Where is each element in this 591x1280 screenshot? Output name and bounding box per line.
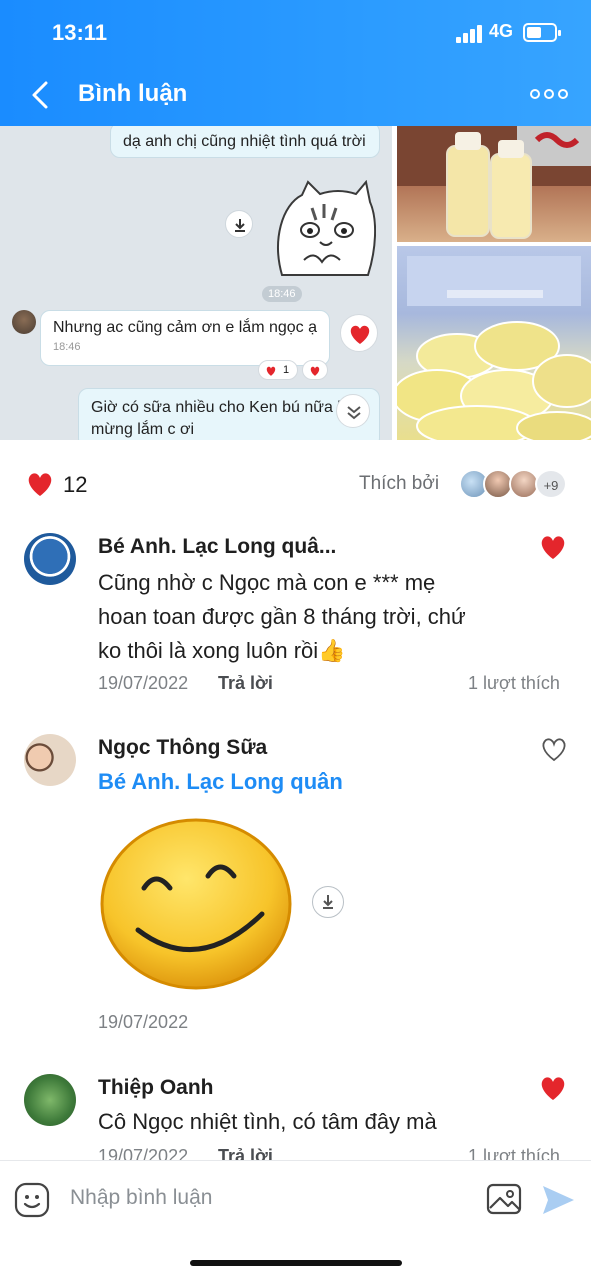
signal-icon <box>456 25 484 43</box>
comment-line: ko thôi là xong luôn rồi👍 <box>98 638 346 663</box>
chat-avatar <box>12 310 36 334</box>
milk-bags-icon <box>397 256 591 440</box>
comment-line: hoan toan được gần 8 tháng trời, chứ <box>98 604 466 629</box>
chat-text: Nhưng ac cũng cảm ơn e lắm ngọc ạ <box>53 319 318 336</box>
liked-by-label[interactable]: Thích bởi <box>359 473 439 495</box>
avatar[interactable] <box>24 1074 76 1126</box>
comment-input[interactable]: Nhập bình luận <box>70 1186 212 1210</box>
page-title: Bình luận <box>78 80 188 107</box>
comment-text: Cô Ngọc nhiệt tình, có tâm đây mà <box>98 1109 437 1134</box>
reaction-pill: 1 <box>258 360 298 380</box>
home-indicator <box>190 1260 402 1266</box>
chat-text: Giờ có sữa nhiều cho Ken bú nữa là <box>91 399 350 416</box>
heart-icon[interactable] <box>538 1074 568 1102</box>
comment-line: Cũng nhờ c Ngọc mà con e *** mẹ <box>98 570 436 595</box>
back-arrow-icon[interactable] <box>30 80 50 110</box>
frozen-milk-bags-image[interactable] <box>397 246 591 440</box>
chat-bubble: Giờ có sữa nhiều cho Ken bú nữa là mừng … <box>78 388 380 440</box>
milk-bottles-icon <box>397 126 591 239</box>
battery-icon <box>523 23 561 42</box>
chat-bubble: Nhưng ac cũng cảm ơn e lắm ngọc ạ 18:46 <box>40 310 330 366</box>
comment-author[interactable]: Bé Anh. Lạc Long quâ... <box>98 535 336 559</box>
mention-link[interactable]: Bé Anh. Lạc Long quân <box>98 769 343 795</box>
emoji-icon[interactable] <box>14 1182 50 1218</box>
heart-icon[interactable] <box>25 470 55 498</box>
comment-author[interactable]: Ngọc Thông Sữa <box>98 736 267 760</box>
heart-icon <box>340 314 378 352</box>
reply-button[interactable]: Trả lời <box>218 673 273 694</box>
more-likers-badge[interactable]: +9 <box>535 469 567 499</box>
download-icon[interactable] <box>312 886 344 918</box>
chat-text: mừng lắm c ơi <box>91 421 194 438</box>
milk-bottles-image[interactable] <box>397 126 591 242</box>
download-icon <box>225 210 253 238</box>
cat-sticker-icon <box>277 180 376 276</box>
comment-like-count[interactable]: 1 lượt thích <box>468 1146 560 1160</box>
status-time: 13:11 <box>52 20 108 45</box>
avatar[interactable] <box>24 734 76 786</box>
network-label: 4G <box>489 21 514 41</box>
smiley-sticker-icon[interactable] <box>100 818 292 990</box>
status-bar: 13:11 4G <box>0 18 591 48</box>
heart-icon[interactable] <box>538 533 568 561</box>
comment-date: 19/07/2022 <box>98 1146 189 1160</box>
header-bar: 13:11 4G Bình luận <box>0 0 591 126</box>
post-images: dạ anh chị cũng nhiệt tình quá trời 18:4… <box>0 126 591 440</box>
comment-text: Cũng nhờ c Ngọc mà con e *** mẹ hoan toa… <box>98 566 538 668</box>
comment-author[interactable]: Thiệp Oanh <box>98 1076 214 1100</box>
chat-bubble: dạ anh chị cũng nhiệt tình quá trời <box>110 126 380 158</box>
image-icon[interactable] <box>486 1182 522 1216</box>
reaction-pill <box>302 360 328 380</box>
reaction-count: 1 <box>283 364 290 376</box>
comment-date: 19/07/2022 <box>98 673 189 693</box>
more-options-icon[interactable] <box>530 84 570 104</box>
reply-button[interactable]: Trả lời <box>218 1146 273 1160</box>
chat-screenshot-image[interactable]: dạ anh chị cũng nhiệt tình quá trời 18:4… <box>0 126 392 440</box>
send-icon[interactable] <box>540 1182 576 1218</box>
comment-date: 19/07/2022 <box>98 1012 189 1032</box>
avatar[interactable] <box>24 533 76 585</box>
comment-like-count[interactable]: 1 lượt thích <box>468 673 560 694</box>
chat-text: dạ anh chị cũng nhiệt tình quá trời <box>123 133 366 150</box>
chat-time: 18:46 <box>53 341 81 353</box>
comment-footer-clip: 19/07/2022 Trả lời 1 lượt thích <box>0 1140 591 1160</box>
chat-time: 18:46 <box>262 286 302 302</box>
like-count[interactable]: 12 <box>63 472 87 498</box>
heart-outline-icon[interactable] <box>539 735 569 763</box>
scroll-down-icon <box>336 394 370 428</box>
